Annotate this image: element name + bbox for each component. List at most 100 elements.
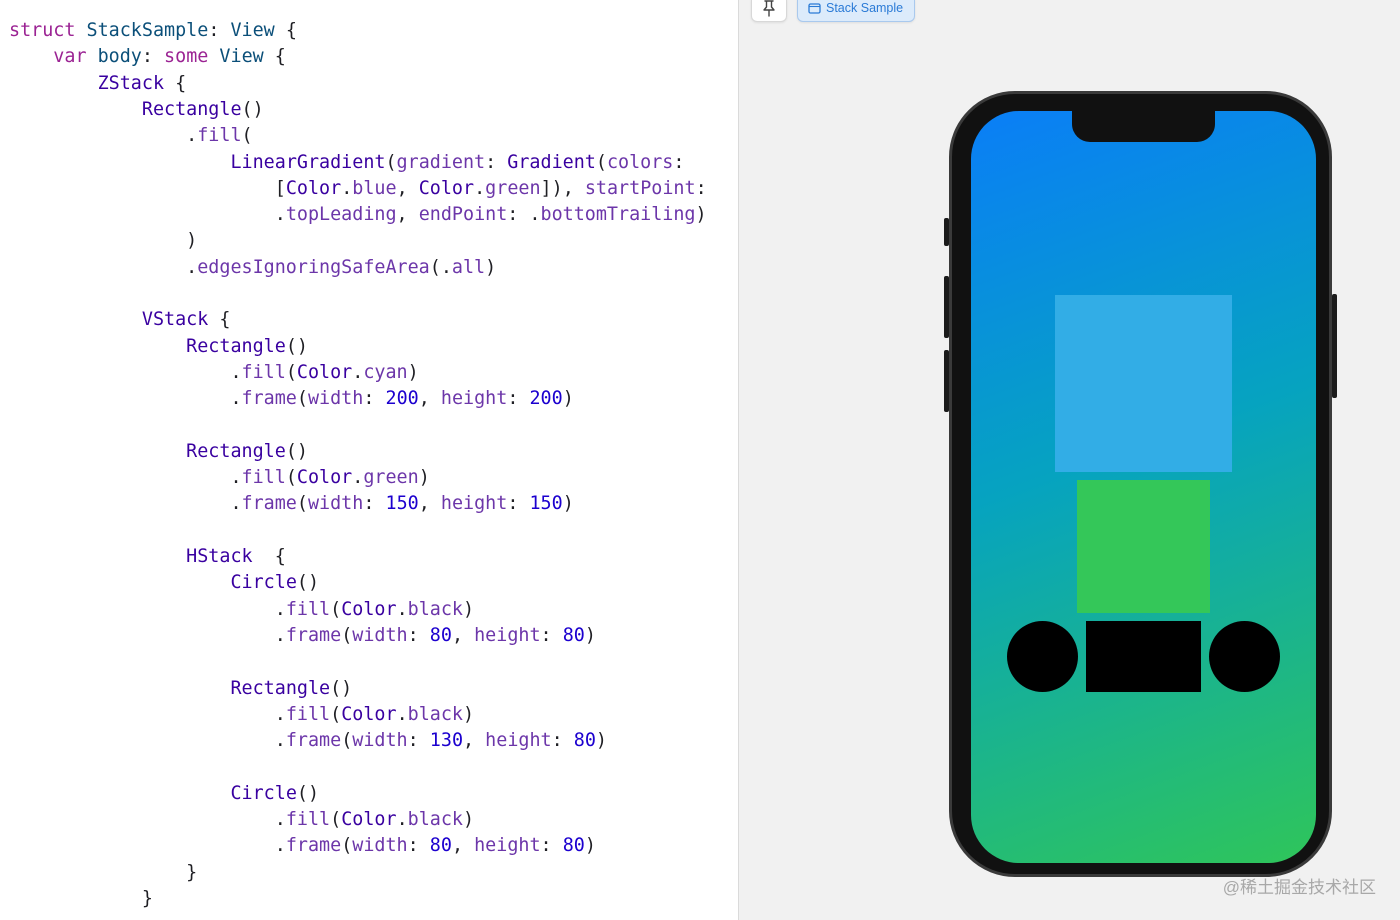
code-token: height: [474, 624, 541, 646]
device-screen: [971, 111, 1316, 863]
code-token: :: [551, 730, 574, 752]
cyan-rectangle: [1055, 295, 1232, 472]
black-circle-left: [1007, 621, 1078, 692]
code-token: width: [352, 730, 408, 752]
code-token: (): [285, 335, 308, 357]
code-token: :: [695, 177, 707, 199]
code-token: fill: [241, 467, 286, 489]
code-line[interactable]: ): [9, 228, 197, 254]
code-line[interactable]: .edgesIgnoringSafeArea(.all): [9, 255, 496, 281]
code-token: Rectangle: [186, 440, 286, 462]
code-token: ,: [451, 624, 475, 646]
code-line[interactable]: Circle(): [9, 781, 319, 807]
code-line[interactable]: HStack {: [9, 544, 286, 570]
code-token: .: [9, 730, 286, 752]
code-token: ): [695, 204, 707, 226]
code-token: :: [363, 388, 386, 410]
code-token: :: [407, 835, 430, 857]
code-token: bottomTrailing: [540, 204, 696, 226]
code-line[interactable]: struct StackSample: View {: [9, 18, 297, 44]
code-token: 80: [573, 730, 596, 752]
code-token: ): [584, 624, 596, 646]
code-line[interactable]: Rectangle(): [9, 97, 264, 123]
code-token: frame: [241, 493, 297, 515]
code-line[interactable]: .fill(: [9, 123, 252, 149]
code-line[interactable]: Rectangle(): [9, 334, 308, 360]
device-icon: [808, 3, 821, 14]
code-token: ,: [418, 493, 441, 515]
code-token: ): [407, 361, 419, 383]
green-rectangle: [1077, 480, 1210, 613]
code-line[interactable]: Rectangle(): [9, 676, 352, 702]
code-token: .: [341, 177, 353, 199]
code-line[interactable]: ZStack {: [9, 71, 187, 97]
code-token: (: [330, 703, 342, 725]
code-line[interactable]: .fill(Color.black): [9, 807, 474, 833]
code-token: Color: [296, 361, 353, 383]
code-token: .: [9, 204, 286, 226]
code-token: (: [385, 151, 397, 173]
code-token: width: [307, 493, 364, 515]
code-token: {: [208, 309, 231, 331]
code-token: frame: [285, 730, 342, 752]
preview-tab-stack-sample[interactable]: Stack Sample: [797, 0, 915, 22]
code-token: 150: [385, 493, 419, 515]
code-token: Circle: [230, 782, 297, 804]
code-token: (: [296, 388, 308, 410]
code-token: .: [352, 361, 364, 383]
code-line[interactable]: .frame(width: 80, height: 80): [9, 623, 596, 649]
code-line[interactable]: .fill(Color.green): [9, 465, 429, 491]
code-line[interactable]: VStack {: [9, 307, 231, 333]
code-token: fill: [285, 598, 331, 620]
code-line[interactable]: LinearGradient(gradient: Gradient(colors…: [9, 150, 684, 176]
code-line[interactable]: .fill(Color.black): [9, 702, 474, 728]
code-line[interactable]: .frame(width: 200, height: 200): [9, 386, 573, 412]
code-token: width: [352, 624, 408, 646]
code-token: fill: [197, 125, 242, 147]
code-token: .: [396, 809, 408, 830]
code-token: LinearGradient: [230, 151, 386, 173]
code-token: frame: [285, 835, 342, 857]
code-line[interactable]: [Color.blue, Color.green]), startPoint:: [9, 176, 707, 202]
code-token: black: [407, 809, 464, 830]
preview-tab-label: Stack Sample: [826, 1, 904, 15]
code-token: body: [97, 46, 142, 68]
code-token: 200: [529, 388, 563, 410]
pin-preview-button[interactable]: [751, 0, 787, 22]
code-line[interactable]: }: [9, 886, 153, 912]
code-editor[interactable]: struct StackSample: View { var body: som…: [0, 0, 738, 920]
code-line[interactable]: .frame(width: 130, height: 80): [9, 728, 607, 754]
code-line[interactable]: .topLeading, endPoint: .bottomTrailing): [9, 202, 707, 228]
code-line[interactable]: var body: some View {: [9, 44, 286, 70]
code-token: gradient: [396, 151, 486, 173]
canvas-preview-pane: Stack Sample @稀土掘金技术社区: [738, 0, 1400, 920]
code-line[interactable]: }: [9, 860, 197, 886]
code-line[interactable]: Rectangle(): [9, 439, 308, 465]
code-token: .: [9, 361, 242, 383]
code-line[interactable]: .frame(width: 80, height: 80): [9, 833, 596, 859]
code-token: (: [285, 361, 297, 383]
code-token: ,: [451, 835, 475, 857]
code-token: .: [9, 388, 242, 410]
code-token: ): [463, 703, 475, 725]
code-token: : .: [507, 204, 541, 226]
code-line[interactable]: .fill(Color.cyan): [9, 360, 419, 386]
code-line[interactable]: Circle(): [9, 570, 319, 596]
code-token: :: [540, 624, 563, 646]
code-line[interactable]: .fill(Color.black): [9, 597, 474, 623]
code-token: struct: [9, 20, 76, 41]
pin-icon: [763, 0, 775, 17]
code-token: ,: [418, 388, 441, 410]
code-token: 80: [429, 835, 452, 857]
code-token: .: [9, 467, 242, 489]
code-line[interactable]: .frame(width: 150, height: 150): [9, 491, 573, 517]
code-token: .: [9, 256, 198, 278]
code-token: (): [285, 440, 308, 462]
code-token: (): [296, 782, 320, 804]
